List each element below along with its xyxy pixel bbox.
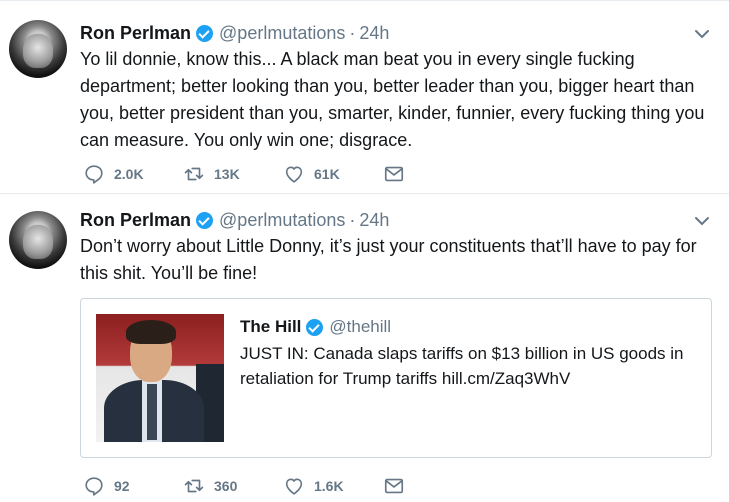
retweet-icon bbox=[184, 479, 204, 493]
envelope-icon bbox=[384, 478, 404, 494]
author-name[interactable]: Ron Perlman bbox=[80, 23, 191, 44]
reply-icon bbox=[85, 477, 103, 496]
retweet-icon bbox=[184, 167, 204, 181]
like-button[interactable]: 61K bbox=[283, 162, 340, 186]
dm-button[interactable] bbox=[383, 474, 405, 498]
tweet[interactable]: Ron Perlman @perlmutations · 24h Yo lil … bbox=[0, 0, 729, 194]
reply-count: 2.0K bbox=[114, 166, 144, 182]
verified-badge-icon bbox=[196, 24, 214, 42]
like-count: 61K bbox=[314, 166, 340, 182]
quoted-author-handle[interactable]: @thehill bbox=[329, 317, 391, 337]
tweet-text: Don’t worry about Little Donny, it’s jus… bbox=[80, 236, 697, 283]
retweet-count: 360 bbox=[214, 478, 238, 494]
envelope-icon bbox=[384, 166, 404, 182]
reply-icon bbox=[85, 165, 103, 184]
retweet-button[interactable]: 13K bbox=[183, 162, 240, 186]
author-handle[interactable]: @perlmutations bbox=[219, 210, 345, 231]
like-count: 1.6K bbox=[314, 478, 344, 494]
timestamp[interactable]: 24h bbox=[359, 210, 389, 231]
quoted-author-name[interactable]: The Hill bbox=[240, 317, 301, 337]
retweet-button[interactable]: 360 bbox=[183, 474, 237, 498]
quoted-tweet-image[interactable] bbox=[96, 314, 224, 442]
avatar[interactable] bbox=[9, 211, 67, 269]
author-name[interactable]: Ron Perlman bbox=[80, 210, 191, 231]
separator: · bbox=[349, 209, 356, 230]
avatar[interactable] bbox=[9, 20, 67, 78]
tweet-header: Ron Perlman @perlmutations · 24h bbox=[80, 21, 389, 45]
heart-icon bbox=[285, 166, 303, 183]
reply-button[interactable]: 92 bbox=[83, 474, 130, 498]
reply-button[interactable]: 2.0K bbox=[83, 162, 144, 186]
quoted-tweet-header: The Hill @thehill bbox=[240, 317, 391, 337]
dm-button[interactable] bbox=[383, 162, 405, 186]
quoted-tweet-text: JUST IN: Canada slaps tariffs on $13 bil… bbox=[240, 344, 684, 388]
retweet-count: 13K bbox=[214, 166, 240, 182]
tweet-text: Yo lil donnie, know this... A black man … bbox=[80, 49, 705, 150]
verified-badge-icon bbox=[306, 318, 324, 336]
timestamp[interactable]: 24h bbox=[359, 23, 389, 44]
separator: · bbox=[349, 22, 356, 43]
tweet[interactable]: Ron Perlman @perlmutations · 24h Don’t w… bbox=[0, 193, 729, 502]
like-button[interactable]: 1.6K bbox=[283, 474, 344, 498]
heart-icon bbox=[285, 478, 303, 495]
chevron-down-icon[interactable] bbox=[693, 212, 711, 230]
quoted-tweet[interactable]: The Hill @thehill JUST IN: Canada slaps … bbox=[80, 298, 712, 458]
author-handle[interactable]: @perlmutations bbox=[219, 23, 345, 44]
verified-badge-icon bbox=[196, 211, 214, 229]
chevron-down-icon[interactable] bbox=[693, 25, 711, 43]
tweet-header: Ron Perlman @perlmutations · 24h bbox=[80, 208, 389, 232]
reply-count: 92 bbox=[114, 478, 130, 494]
